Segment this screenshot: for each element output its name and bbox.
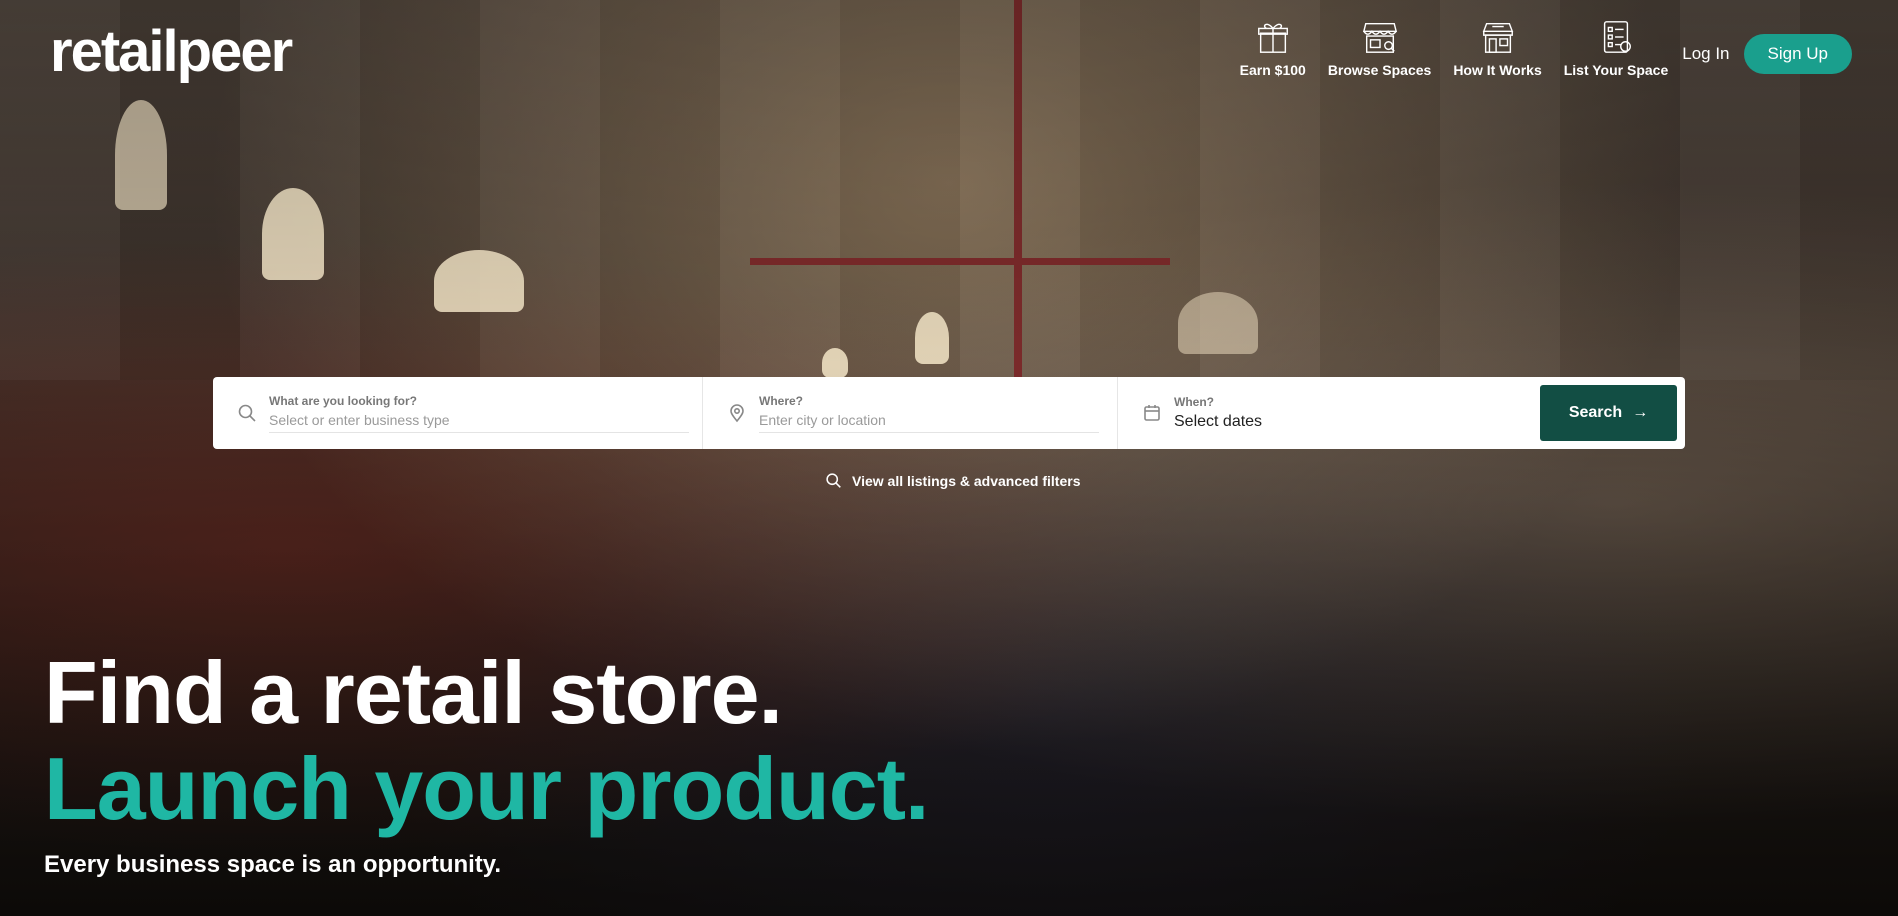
checklist-icon	[1603, 21, 1631, 53]
business-type-input[interactable]: Select or enter business type	[269, 412, 689, 433]
location-pin-icon	[730, 404, 744, 423]
dates-label: When?	[1174, 395, 1214, 409]
storefront-icon	[1362, 22, 1397, 53]
location-input[interactable]: Enter city or location	[759, 412, 1099, 433]
login-link[interactable]: Log In	[1682, 44, 1729, 64]
gift-icon	[1257, 23, 1288, 53]
pendant-lamp	[822, 348, 848, 378]
site-header: retailpeer Earn $100 Browse Spaces How I…	[0, 0, 1898, 100]
nav-item-label: Earn $100	[1239, 62, 1306, 78]
retailpeer-logo[interactable]: retailpeer	[50, 18, 293, 85]
location-field[interactable]: Where? Enter city or location	[703, 377, 1118, 449]
pendant-lamp	[915, 312, 949, 364]
nav-item-browse-spaces[interactable]: Browse Spaces	[1327, 18, 1432, 78]
arrow-right-icon: →	[1632, 404, 1649, 421]
nav-item-earn[interactable]: Earn $100	[1240, 18, 1306, 78]
signup-button[interactable]: Sign Up	[1743, 34, 1852, 74]
auth-controls: Log In Sign Up	[1682, 34, 1852, 74]
hero-headline: Find a retail store. Launch your product…	[44, 643, 929, 879]
search-icon	[826, 473, 841, 488]
business-type-label: What are you looking for?	[269, 393, 418, 408]
main-nav: Earn $100 Browse Spaces How It Works Lis…	[1218, 18, 1852, 78]
nav-item-label: List Your Space	[1563, 62, 1669, 78]
headline-line-2: Launch your product.	[44, 739, 929, 838]
pendant-lamp	[262, 188, 324, 280]
search-icon	[238, 404, 256, 422]
calendar-icon	[1144, 405, 1160, 421]
headline-line-1: Find a retail store.	[44, 643, 783, 742]
nav-item-label: How It Works	[1453, 62, 1542, 78]
ceiling-pipe-horizontal	[750, 258, 1170, 265]
search-button-label: Search	[1568, 404, 1623, 421]
view-all-listings-label: View all listings & advanced filters	[852, 472, 1081, 489]
search-button[interactable]: Search →	[1540, 385, 1677, 441]
pendant-lamp	[1178, 292, 1258, 354]
business-type-field[interactable]: What are you looking for? Select or ente…	[213, 377, 703, 449]
pendant-lamp	[115, 100, 167, 210]
search-bar: What are you looking for? Select or ente…	[213, 377, 1685, 449]
shop-building-icon	[1482, 22, 1513, 53]
nav-item-label: Browse Spaces	[1327, 62, 1432, 78]
dates-field[interactable]: When? Select dates	[1118, 377, 1538, 449]
dates-select[interactable]: Select dates	[1174, 413, 1262, 431]
nav-item-how-it-works[interactable]: How It Works	[1453, 18, 1542, 78]
location-label: Where?	[759, 393, 804, 408]
pendant-lamp	[434, 250, 524, 312]
hero-tagline: Every business space is an opportunity.	[44, 851, 502, 878]
nav-item-list-your-space[interactable]: List Your Space	[1563, 18, 1669, 78]
view-all-listings-link[interactable]: View all listings & advanced filters	[825, 472, 1081, 489]
